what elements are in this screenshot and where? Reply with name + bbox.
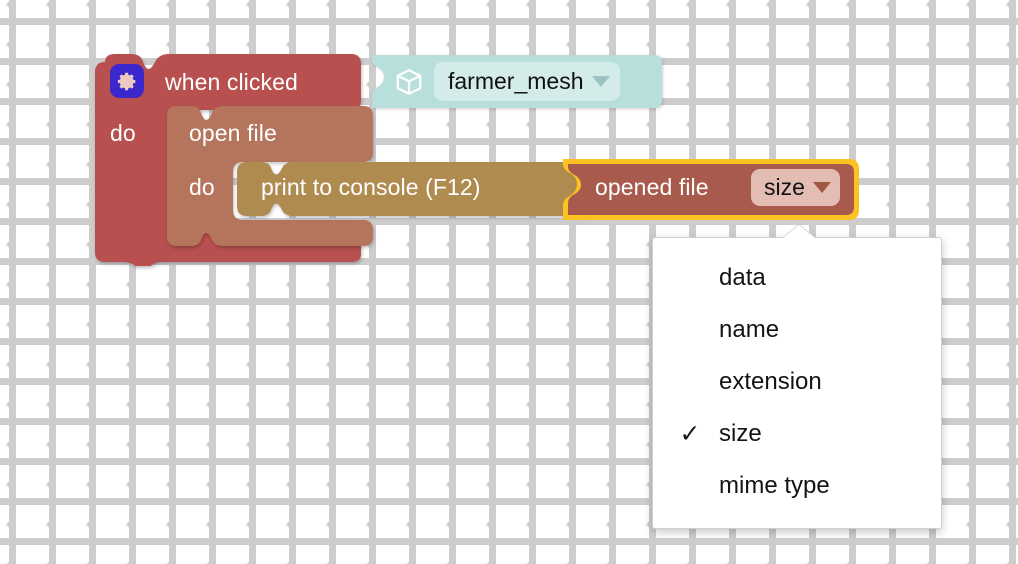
cube-icon (396, 69, 422, 95)
block-open-file-label: open file (189, 120, 277, 146)
check-icon: ✓ (679, 419, 701, 448)
mesh-name-label: farmer_mesh (448, 68, 584, 94)
opened-file-property-value: size (764, 174, 805, 200)
blockly-workspace[interactable]: when clicked do farmer_mesh open file do… (0, 0, 1018, 564)
chevron-down-icon (592, 76, 611, 87)
dropdown-item-label: extension (719, 368, 822, 395)
dropdown-item-label: name (719, 316, 780, 343)
block-mesh-value[interactable]: farmer_mesh (372, 55, 662, 108)
dropdown-item-label: size (719, 420, 762, 447)
dropdown-item-label: data (719, 264, 766, 291)
dropdown-pointer (783, 225, 815, 238)
property-dropdown-menu[interactable]: data name extension ✓ size mime type (652, 225, 942, 529)
dropdown-item-label: mime type (719, 472, 830, 499)
block-when-clicked-label: when clicked (165, 69, 298, 95)
chevron-down-icon (812, 182, 831, 193)
block-when-clicked-do-label: do (110, 120, 136, 146)
dropdown-item-size[interactable]: ✓ size (653, 408, 941, 460)
block-open-file-do-label: do (189, 174, 215, 200)
block-print-to-console-label: print to console (F12) (261, 174, 481, 200)
dropdown-item-name[interactable]: name (653, 304, 941, 356)
dropdown-item-extension[interactable]: extension (653, 356, 941, 408)
block-print-to-console[interactable]: print to console (F12) (237, 162, 585, 216)
block-opened-file[interactable]: opened file size (563, 159, 859, 220)
opened-file-property-dropdown[interactable]: size (751, 169, 840, 206)
dropdown-item-mime-type[interactable]: mime type (653, 460, 941, 512)
mesh-name-dropdown[interactable]: farmer_mesh (434, 62, 621, 101)
dropdown-item-data[interactable]: data (653, 252, 941, 304)
gear-icon[interactable] (110, 64, 144, 98)
block-opened-file-label: opened file (595, 174, 709, 200)
